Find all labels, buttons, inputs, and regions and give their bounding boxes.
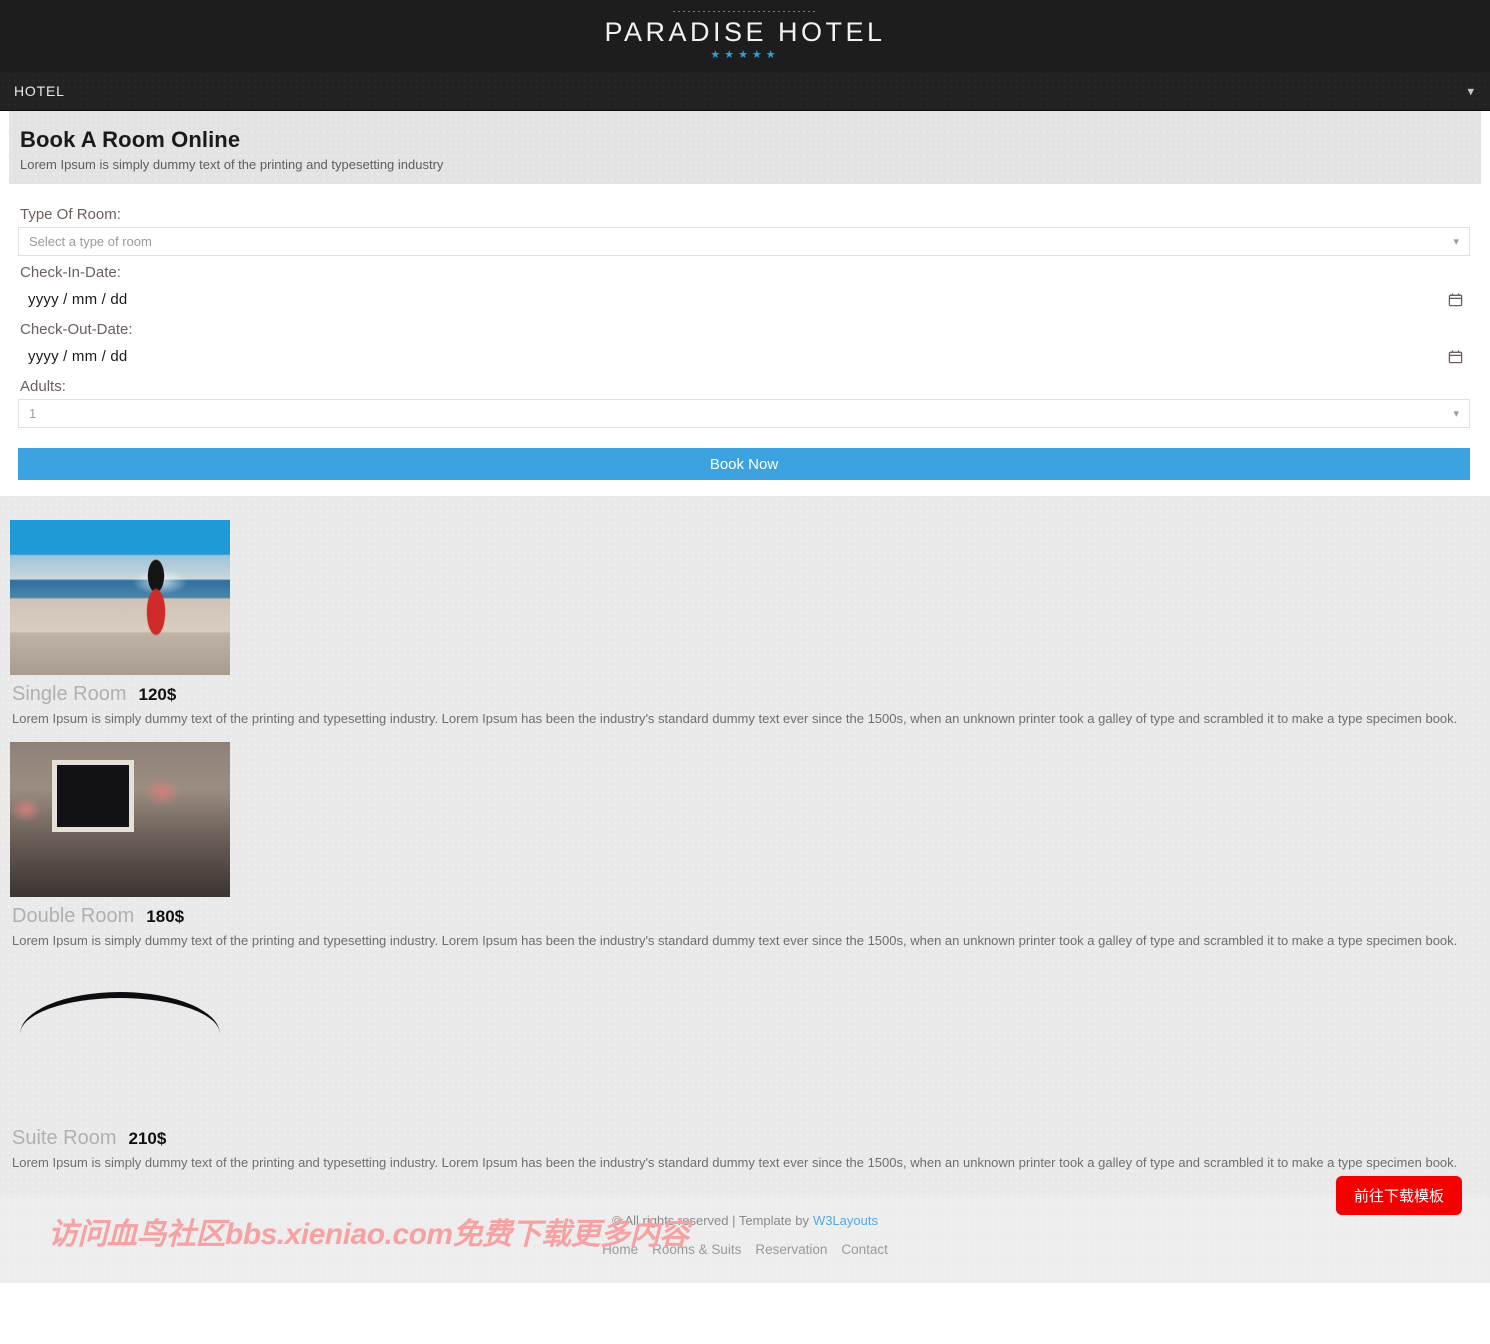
room-heading: Double Room 180$	[12, 905, 1480, 928]
rooms-list: Single Room 120$ Lorem Ipsum is simply d…	[0, 496, 1490, 1197]
checkin-date-input[interactable]: yyyy / mm / dd	[18, 285, 1470, 313]
room-type-select[interactable]: Select a type of room ▾	[18, 227, 1470, 256]
adults-selected-value: 1	[29, 406, 37, 421]
page-subtitle: Lorem Ipsum is simply dummy text of the …	[20, 157, 444, 172]
checkin-date-value: yyyy / mm / dd	[28, 290, 128, 308]
room-card: Single Room 120$ Lorem Ipsum is simply d…	[10, 520, 1480, 728]
chevron-down-icon: ▾	[1453, 236, 1459, 248]
room-heading: Suite Room 210$	[12, 1127, 1480, 1150]
calendar-icon[interactable]	[1448, 292, 1463, 307]
watermark-overlay: 访问血鸟社区bbs.xieniao.com免费下载更多内容	[48, 1217, 689, 1251]
footer-nav-item-reservation[interactable]: Reservation	[755, 1242, 827, 1257]
logo-rule-decoration	[672, 11, 818, 12]
page-title: Book A Room Online	[20, 127, 241, 152]
logo-text: PARADISE HOTEL	[604, 17, 886, 47]
chevron-down-icon[interactable]: ▾	[1467, 85, 1474, 98]
room-image-suite[interactable]	[10, 964, 230, 1119]
room-type-selected-value: Select a type of room	[29, 234, 152, 249]
book-now-button[interactable]: Book Now	[18, 448, 1470, 480]
checkin-date-label: Check-In-Date:	[20, 264, 121, 281]
room-name: Suite Room	[12, 1127, 117, 1150]
navbar-brand[interactable]: HOTEL	[14, 83, 65, 99]
room-price: 210$	[128, 1129, 167, 1149]
room-name: Single Room	[12, 683, 127, 705]
room-description: Lorem Ipsum is simply dummy text of the …	[12, 1155, 1458, 1171]
room-price: 120$	[138, 685, 177, 704]
room-type-label: Type Of Room:	[20, 206, 121, 223]
room-image-single[interactable]	[10, 520, 230, 675]
five-stars-icon: ★★★★★	[710, 49, 780, 61]
room-heading: Single Room 120$	[12, 683, 1480, 706]
calendar-icon[interactable]	[1448, 349, 1463, 364]
booking-header: Book A Room Online Lorem Ipsum is simply…	[9, 111, 1481, 184]
room-image-double[interactable]	[10, 742, 230, 898]
room-description: Lorem Ipsum is simply dummy text of the …	[12, 933, 1458, 949]
logo[interactable]: PARADISE HOTEL ★★★★★	[604, 11, 885, 61]
room-card: Double Room 180$ Lorem Ipsum is simply d…	[10, 742, 1480, 950]
download-template-button[interactable]: 前往下载模板	[1335, 1175, 1462, 1215]
checkout-date-value: yyyy / mm / dd	[28, 347, 128, 365]
adults-select[interactable]: 1 ▾	[18, 399, 1470, 428]
checkout-date-label: Check-Out-Date:	[20, 321, 133, 338]
w3layouts-link[interactable]: W3Layouts	[813, 1213, 878, 1228]
booking-form: Type Of Room: Select a type of room ▾ Ch…	[9, 184, 1481, 496]
adults-label: Adults:	[20, 378, 66, 395]
main-navbar: HOTEL ▾	[0, 72, 1490, 111]
site-footer: 前往下载模板 © All rights reserved | Template …	[0, 1175, 1490, 1283]
room-price: 180$	[146, 907, 185, 927]
site-header: PARADISE HOTEL ★★★★★	[0, 0, 1490, 72]
room-card: Suite Room 210$ Lorem Ipsum is simply du…	[10, 964, 1480, 1172]
footer-nav-item-contact[interactable]: Contact	[841, 1242, 888, 1257]
room-description: Lorem Ipsum is simply dummy text of the …	[12, 711, 1458, 726]
checkout-date-input[interactable]: yyyy / mm / dd	[18, 342, 1470, 370]
chevron-down-icon: ▾	[1453, 408, 1459, 420]
room-name: Double Room	[12, 905, 135, 928]
